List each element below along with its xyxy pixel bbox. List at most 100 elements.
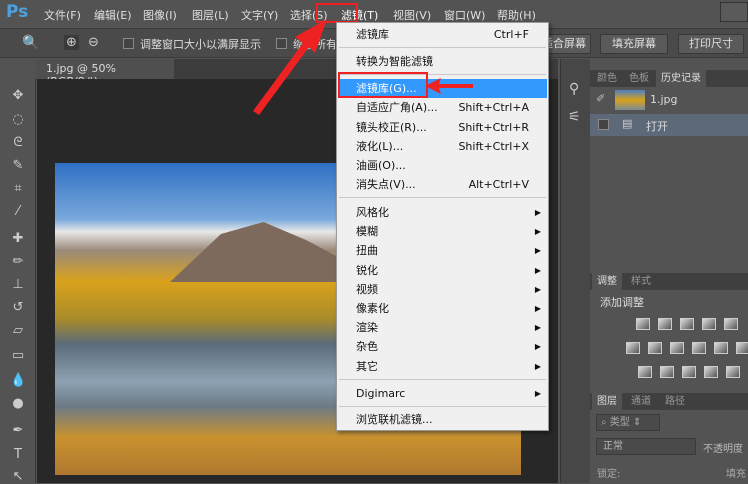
menu-item-sharpen[interactable]: 锐化 ▶ bbox=[338, 261, 547, 280]
tab-styles[interactable]: 样式 bbox=[626, 273, 656, 290]
layers-panel-tabs: 图层 通道 路径 bbox=[590, 393, 748, 410]
submenu-arrow-icon: ▶ bbox=[534, 362, 541, 371]
black-white-icon[interactable] bbox=[670, 342, 684, 354]
color-balance-icon[interactable] bbox=[648, 342, 662, 354]
history-step-open[interactable]: ▤ 打开 bbox=[590, 114, 748, 136]
brightness-icon[interactable] bbox=[636, 318, 650, 330]
document-icon: ▤ bbox=[622, 117, 633, 130]
opacity-label: 不透明度 bbox=[703, 444, 743, 455]
hue-saturation-icon[interactable] bbox=[626, 342, 640, 354]
dodge-tool-icon[interactable]: ● bbox=[10, 397, 26, 411]
menu-item-liquify[interactable]: 液化(L)... Shift+Ctrl+X bbox=[338, 137, 547, 156]
crop-tool-icon[interactable]: ⌗ bbox=[10, 182, 26, 196]
menu-layer[interactable]: 图层(L) bbox=[192, 7, 229, 23]
submenu-arrow-icon: ▶ bbox=[534, 285, 541, 294]
zoom-tool-icon[interactable]: 🔍 bbox=[22, 35, 39, 51]
tab-paths[interactable]: 路径 bbox=[660, 393, 690, 410]
menu-item-noise[interactable]: 杂色 ▶ bbox=[338, 337, 547, 356]
history-step-checkbox[interactable] bbox=[598, 119, 609, 130]
menu-help[interactable]: 帮助(H) bbox=[497, 7, 536, 23]
menu-item-adaptive-wide-angle[interactable]: 自适应广角(A)... Shift+Ctrl+A bbox=[338, 98, 547, 117]
print-size-button[interactable]: 打印尺寸 bbox=[678, 34, 744, 54]
history-snapshot[interactable]: ✐ 1.jpg bbox=[590, 87, 748, 113]
photo-filter-icon[interactable] bbox=[692, 342, 706, 354]
menu-item-blur[interactable]: 模糊 ▶ bbox=[338, 222, 547, 241]
menu-item-last-filter[interactable]: 滤镜库 Ctrl+F bbox=[338, 25, 547, 44]
zoom-out-icon[interactable]: ⊖ bbox=[88, 35, 99, 50]
blend-mode-value: 正常 bbox=[603, 441, 623, 452]
stamp-tool-icon[interactable]: ⊥ bbox=[10, 278, 26, 292]
tab-color[interactable]: 颜色 bbox=[592, 70, 622, 87]
menu-item-distort[interactable]: 扭曲 ▶ bbox=[338, 241, 547, 260]
fill-screen-button[interactable]: 填充屏幕 bbox=[600, 34, 668, 54]
quick-select-tool-icon[interactable]: ✎ bbox=[10, 159, 26, 173]
type-tool-icon[interactable]: T bbox=[10, 448, 26, 462]
threshold-icon[interactable] bbox=[682, 366, 696, 378]
document-tab[interactable]: 1.jpg @ 50%(RGB/8#) × bbox=[36, 59, 174, 88]
menu-item-pixelate[interactable]: 像素化 ▶ bbox=[338, 299, 547, 318]
menu-image[interactable]: 图像(I) bbox=[143, 7, 177, 23]
tab-adjustments[interactable]: 调整 bbox=[592, 273, 622, 290]
annotation-arrow-left bbox=[425, 78, 473, 94]
layer-filter-value: 类型 bbox=[609, 417, 630, 428]
zoom-in-icon[interactable]: ⊕ bbox=[64, 35, 79, 50]
invert-icon[interactable] bbox=[638, 366, 652, 378]
layer-filter-select[interactable]: ⌕ 类型 ⇕ bbox=[596, 414, 660, 431]
menu-item-oil-paint[interactable]: 油画(O)... bbox=[338, 156, 547, 175]
menu-window[interactable]: 窗口(W) bbox=[444, 7, 485, 23]
blur-tool-icon[interactable]: 💧 bbox=[10, 374, 26, 388]
submenu-arrow-icon: ▶ bbox=[534, 246, 541, 255]
menu-item-other[interactable]: 其它 ▶ bbox=[338, 357, 547, 376]
color-lookup-icon[interactable] bbox=[736, 342, 748, 354]
levels-icon[interactable] bbox=[658, 318, 672, 330]
menu-item-convert-smart-filters[interactable]: 转换为智能滤镜 bbox=[338, 52, 547, 71]
pen-tool-icon[interactable]: ✒ bbox=[10, 424, 26, 438]
eraser-tool-icon[interactable]: ▱ bbox=[10, 324, 26, 338]
curves-icon[interactable] bbox=[680, 318, 694, 330]
blend-mode-select[interactable]: 正常 bbox=[596, 438, 696, 455]
channel-mixer-icon[interactable] bbox=[714, 342, 728, 354]
resize-windows-checkbox[interactable] bbox=[123, 38, 134, 49]
brush-presets-icon[interactable]: ⚲ bbox=[569, 81, 579, 97]
gradient-tool-icon[interactable]: ▭ bbox=[10, 349, 26, 363]
tab-swatches[interactable]: 色板 bbox=[624, 70, 654, 87]
history-brush-icon[interactable]: ↺ bbox=[10, 301, 26, 315]
menu-edit[interactable]: 编辑(E) bbox=[94, 7, 132, 23]
exposure-icon[interactable] bbox=[702, 318, 716, 330]
menu-item-browse-online-filters[interactable]: 浏览联机滤镜... bbox=[338, 410, 547, 429]
posterize-icon[interactable] bbox=[660, 366, 674, 378]
eyedropper-tool-icon[interactable]: ⁄ bbox=[10, 205, 26, 219]
gradient-map-icon[interactable] bbox=[726, 366, 740, 378]
menu-item-stylize[interactable]: 风格化 ▶ bbox=[338, 203, 547, 222]
submenu-arrow-icon: ▶ bbox=[534, 266, 541, 275]
adjust-panel-tabs: 调整 样式 bbox=[590, 273, 748, 290]
history-brush-source-icon: ✐ bbox=[596, 92, 606, 105]
vibrance-icon[interactable] bbox=[724, 318, 738, 330]
submenu-arrow-icon: ▶ bbox=[534, 323, 541, 332]
move-tool-icon[interactable]: ✥ bbox=[10, 89, 26, 103]
tab-history[interactable]: 历史记录 bbox=[656, 70, 706, 87]
history-step-label: 打开 bbox=[646, 120, 668, 133]
menu-view[interactable]: 视图(V) bbox=[393, 7, 431, 23]
submenu-arrow-icon: ▶ bbox=[534, 389, 541, 398]
healing-brush-icon[interactable]: ✚ bbox=[10, 232, 26, 246]
tab-layers[interactable]: 图层 bbox=[592, 393, 622, 410]
path-select-tool-icon[interactable]: ↖ bbox=[10, 470, 26, 484]
menu-item-vanishing-point[interactable]: 消失点(V)... Alt+Ctrl+V bbox=[338, 175, 547, 194]
selective-color-icon[interactable] bbox=[704, 366, 718, 378]
marquee-tool-icon[interactable]: ◌ bbox=[10, 113, 26, 127]
annotation-arrow-up bbox=[253, 19, 327, 115]
menu-item-digimarc[interactable]: Digimarc ▶ bbox=[338, 384, 547, 403]
menu-item-render[interactable]: 渲染 ▶ bbox=[338, 318, 547, 337]
submenu-arrow-icon: ▶ bbox=[534, 208, 541, 217]
minimize-button[interactable] bbox=[720, 2, 748, 22]
tool-presets-icon[interactable]: ⚟ bbox=[568, 109, 581, 125]
photoshop-logo: Ps bbox=[6, 2, 29, 22]
menu-item-lens-correction[interactable]: 镜头校正(R)... Shift+Ctrl+R bbox=[338, 118, 547, 137]
brush-tool-icon[interactable]: ✏ bbox=[10, 255, 26, 269]
tab-channels[interactable]: 通道 bbox=[626, 393, 656, 410]
menu-file[interactable]: 文件(F) bbox=[44, 7, 81, 23]
menu-item-video[interactable]: 视频 ▶ bbox=[338, 280, 547, 299]
submenu-arrow-icon: ▶ bbox=[534, 304, 541, 313]
lasso-tool-icon[interactable]: ᘓ bbox=[10, 136, 26, 150]
